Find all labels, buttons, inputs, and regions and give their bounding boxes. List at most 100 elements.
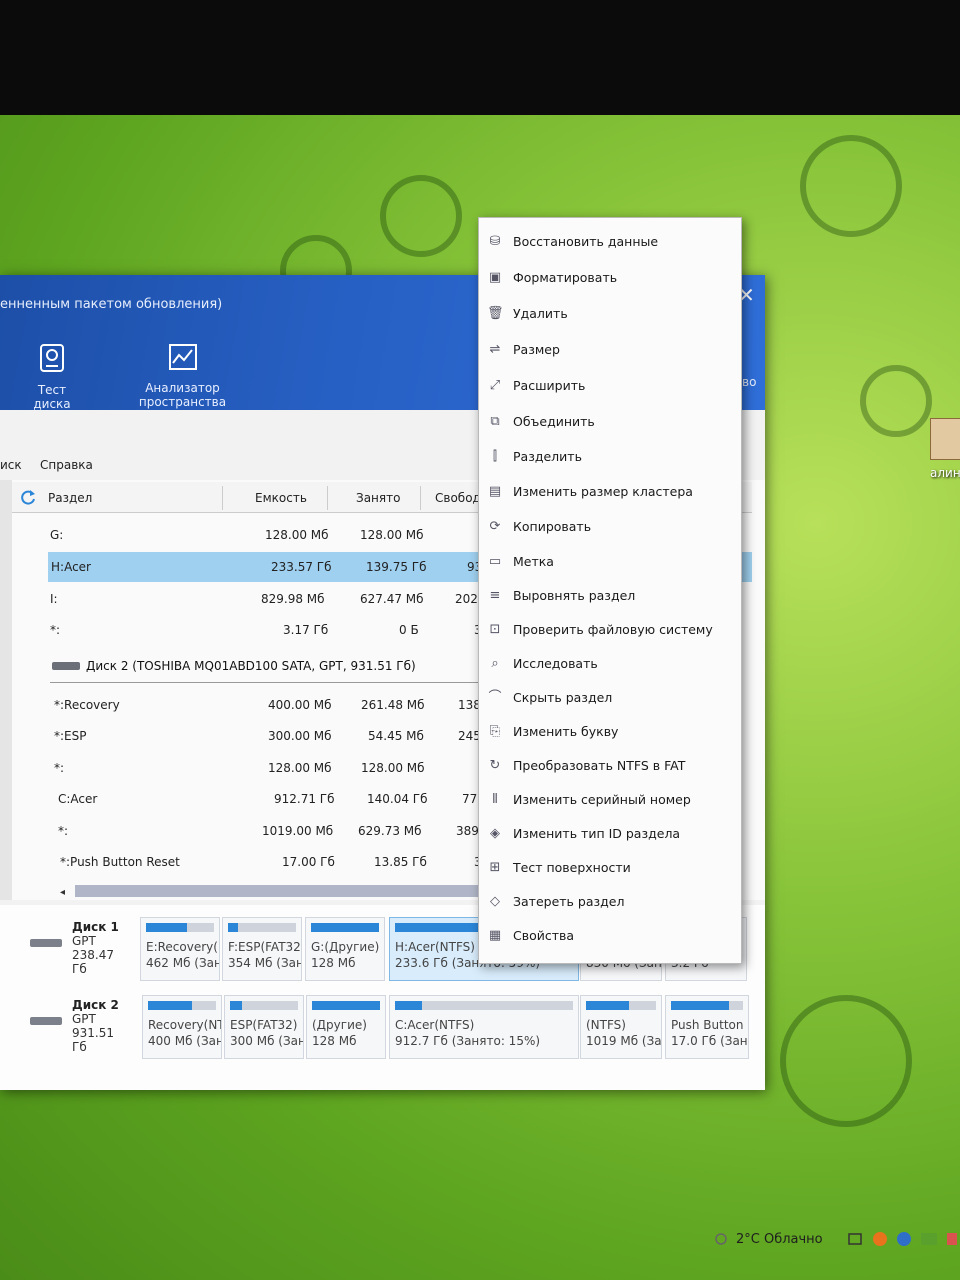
refresh-icon[interactable] bbox=[20, 489, 36, 505]
partition-block[interactable]: ESP(FAT32) 300 Мб (Зан bbox=[224, 995, 304, 1059]
context-menu-item[interactable]: ▤ Изменить размер кластера bbox=[479, 476, 741, 508]
usage-bar bbox=[586, 1001, 656, 1010]
desktop-file-label: алин bbox=[930, 466, 960, 480]
partition-text: 354 Мб (Зан bbox=[228, 956, 302, 970]
title-fragment: во bbox=[742, 375, 757, 389]
context-menu-label: Объединить bbox=[513, 414, 595, 429]
desktop-file-icon[interactable] bbox=[930, 418, 960, 460]
usage-bar bbox=[148, 1001, 216, 1010]
partition-text: 462 Мб (Зан bbox=[146, 956, 220, 970]
horizontal-scrollbar[interactable] bbox=[75, 885, 495, 897]
partition-text: 128 Мб bbox=[312, 1034, 357, 1048]
tray-app-icon[interactable] bbox=[848, 1232, 862, 1246]
context-menu-item[interactable]: 🗑 Удалить bbox=[479, 298, 741, 330]
context-menu-item[interactable]: ⌕ Исследовать bbox=[479, 648, 741, 680]
partition-block[interactable]: (Другие) 128 Мб bbox=[306, 995, 386, 1059]
context-menu-label: Скрыть раздел bbox=[513, 690, 613, 705]
align-icon: ≡ bbox=[489, 588, 501, 603]
context-menu-item[interactable]: ⊡ Проверить файловую систему bbox=[479, 614, 741, 646]
col-capacity[interactable]: Емкость bbox=[255, 491, 307, 505]
partition-text: ESP(FAT32) bbox=[230, 1018, 298, 1032]
check-fs-icon: ⊡ bbox=[489, 622, 501, 637]
weather-text[interactable]: 2°C Облачно bbox=[736, 1232, 823, 1247]
usage-bar bbox=[395, 1001, 573, 1010]
context-menu-label: Восстановить данные bbox=[513, 234, 659, 249]
taskbar-tray: 2°C Облачно bbox=[700, 1222, 960, 1262]
partition-block[interactable]: F:ESP(FAT32) 354 Мб (Зан bbox=[222, 917, 302, 981]
context-menu-item[interactable]: ⛁ Восстановить данные bbox=[479, 226, 741, 258]
context-menu-item[interactable]: ⧉ Объединить bbox=[479, 406, 741, 438]
extend-icon: ⤢ bbox=[489, 378, 501, 393]
partition-text: 128 Мб bbox=[311, 956, 356, 970]
partition-text: (NTFS) bbox=[586, 1018, 626, 1032]
partition-text: 1019 Мб (За bbox=[586, 1034, 662, 1048]
context-menu-label: Форматировать bbox=[513, 270, 618, 285]
merge-icon: ⧉ bbox=[490, 414, 500, 429]
context-menu-item[interactable]: ≡ Выровнять раздел bbox=[479, 580, 741, 612]
context-menu-label: Метка bbox=[513, 554, 554, 569]
context-menu-label: Исследовать bbox=[513, 656, 598, 671]
partition-text: 400 Мб (Зан bbox=[148, 1034, 222, 1048]
col-free[interactable]: Свобод bbox=[435, 491, 481, 505]
context-menu-label: Изменить размер кластера bbox=[513, 484, 693, 499]
context-menu-item[interactable]: ⊞ Тест поверхности bbox=[479, 852, 741, 884]
partition-block[interactable]: C:Acer(NTFS) 912.7 Гб (Занято: 15%) bbox=[389, 995, 579, 1059]
context-menu-item[interactable]: ⤢ Расширить bbox=[479, 370, 741, 402]
tray-orange-icon[interactable] bbox=[872, 1231, 888, 1247]
context-menu-label: Проверить файловую систему bbox=[513, 622, 713, 637]
partition-block[interactable]: Recovery(NTI 400 Мб (Зан bbox=[142, 995, 222, 1059]
tray-blue-icon[interactable] bbox=[896, 1231, 912, 1247]
context-menu-item[interactable]: ⎘ Изменить букву bbox=[479, 716, 741, 748]
context-menu: ⛁ Восстановить данные ▣ Форматировать 🗑 Удали… bbox=[478, 217, 742, 964]
context-menu-item[interactable]: ▣ Форматировать bbox=[479, 262, 741, 294]
properties-icon: ▦ bbox=[488, 928, 502, 943]
hide-icon: ⌒ bbox=[488, 690, 502, 705]
context-menu-item[interactable]: ▦ Свойства bbox=[479, 920, 741, 952]
partition-text: H:Acer(NTFS) bbox=[395, 940, 475, 954]
cluster-size-icon: ▤ bbox=[488, 484, 502, 499]
split-icon: ⫿ bbox=[492, 449, 498, 464]
partition-block[interactable]: Push Button 17.0 Гб (Заня bbox=[665, 995, 749, 1059]
context-menu-item[interactable]: ⦀ Изменить серийный номер bbox=[479, 784, 741, 816]
context-menu-label: Преобразовать NTFS в FAT bbox=[513, 758, 686, 773]
context-menu-item[interactable]: ◈ Изменить тип ID раздела bbox=[479, 818, 741, 850]
col-partition[interactable]: Раздел bbox=[48, 491, 92, 505]
partition-block[interactable]: G:(Другие) 128 Мб bbox=[305, 917, 385, 981]
context-menu-item[interactable]: ⫿ Разделить bbox=[479, 441, 741, 473]
label-icon: ▭ bbox=[488, 554, 502, 569]
serial-icon: ⦀ bbox=[492, 792, 498, 807]
left-scrollbar[interactable] bbox=[0, 480, 12, 900]
context-menu-label: Расширить bbox=[513, 378, 586, 393]
wallpaper-decoration bbox=[800, 135, 902, 237]
nvidia-icon[interactable] bbox=[920, 1231, 938, 1247]
scroll-left-icon[interactable]: ◂ bbox=[60, 887, 65, 898]
context-menu-item[interactable]: ▭ Метка bbox=[479, 546, 741, 578]
col-used[interactable]: Занято bbox=[356, 491, 400, 505]
surface-test-icon: ⊞ bbox=[489, 860, 501, 875]
change-letter-icon: ⎘ bbox=[489, 724, 501, 739]
menu-item-help[interactable]: Справка bbox=[40, 458, 93, 472]
context-menu-item[interactable]: ◇ Затереть раздел bbox=[479, 886, 741, 918]
tray-overflow-icon[interactable] bbox=[945, 1231, 959, 1247]
context-menu-label: Изменить серийный номер bbox=[513, 792, 691, 807]
partition-block[interactable]: E:Recovery(N 462 Мб (Зан bbox=[140, 917, 220, 981]
menu-item-disk[interactable]: иск bbox=[0, 458, 22, 472]
context-menu-item[interactable]: ⌒ Скрыть раздел bbox=[479, 682, 741, 714]
hard-disk-icon bbox=[52, 662, 80, 670]
wipe-icon: ◇ bbox=[490, 894, 500, 909]
convert-icon: ↻ bbox=[489, 758, 501, 773]
usage-bar bbox=[230, 1001, 298, 1010]
recover-icon: ⛁ bbox=[489, 234, 501, 249]
context-menu-label: Разделить bbox=[513, 449, 582, 464]
context-menu-item[interactable]: ⟳ Копировать bbox=[479, 511, 741, 543]
hard-disk-icon bbox=[30, 1017, 62, 1025]
context-menu-item[interactable]: ↻ Преобразовать NTFS в FAT bbox=[479, 750, 741, 782]
space-analyzer-button[interactable]: Анализатор пространства bbox=[105, 343, 260, 409]
partition-text: 300 Мб (Зан bbox=[230, 1034, 304, 1048]
partition-text: 912.7 Гб (Занято: 15%) bbox=[395, 1034, 541, 1048]
partition-block[interactable]: (NTFS) 1019 Мб (За bbox=[580, 995, 662, 1059]
hard-disk-icon bbox=[30, 939, 62, 947]
format-icon: ▣ bbox=[488, 270, 502, 285]
context-menu-item[interactable]: ⇌ Размер bbox=[479, 334, 741, 366]
disk-test-button[interactable]: Тест диска bbox=[20, 343, 84, 411]
